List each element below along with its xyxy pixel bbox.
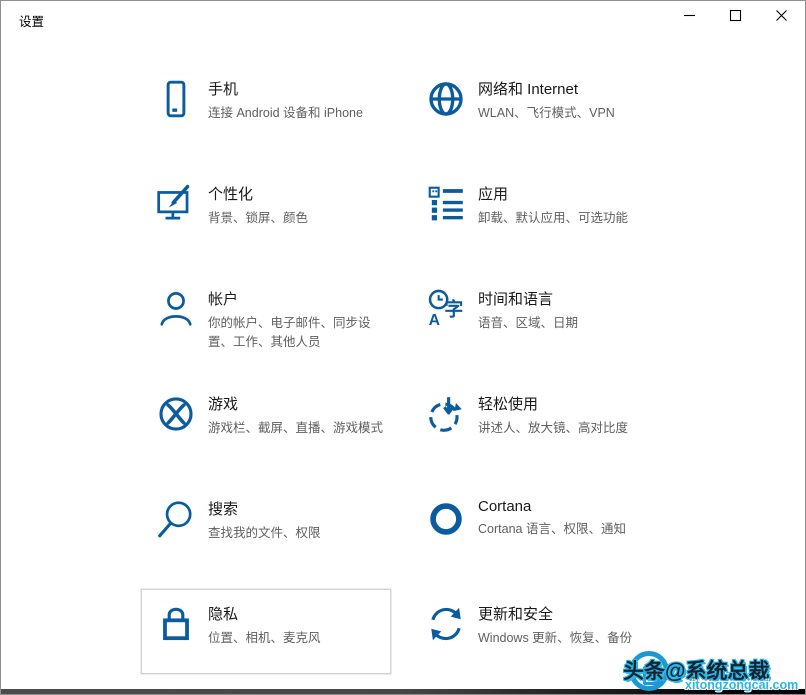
person-icon — [155, 288, 197, 330]
close-button[interactable] — [758, 2, 804, 32]
category-subtitle: 你的帐户、电子邮件、同步设置、工作、其他人员 — [208, 314, 390, 352]
ease-of-access-icon — [425, 393, 467, 435]
settings-category-8[interactable]: 轻松使用 讲述人、放大镜、高对比度 — [411, 379, 681, 464]
settings-category-10[interactable]: Cortana Cortana 语言、权限、通知 — [411, 484, 681, 569]
category-subtitle: 位置、相机、麦克风 — [208, 629, 321, 648]
category-title: 时间和语言 — [478, 288, 578, 309]
category-title: 搜索 — [208, 498, 321, 519]
settings-category-11[interactable]: 隐私 位置、相机、麦克风 — [141, 589, 391, 674]
category-title: 手机 — [208, 78, 363, 99]
settings-category-7[interactable]: 游戏 游戏栏、截屏、直播、游戏模式 — [141, 379, 391, 464]
settings-category-6[interactable]: 字A 时间和语言 语音、区域、日期 — [411, 274, 681, 359]
maximize-button[interactable] — [712, 2, 758, 32]
category-subtitle: Windows 更新、恢复、备份 — [478, 629, 632, 648]
maximize-icon — [729, 9, 742, 25]
category-subtitle: 游戏栏、截屏、直播、游戏模式 — [208, 419, 383, 438]
category-title: 网络和 Internet — [478, 78, 615, 99]
window-controls — [666, 2, 804, 32]
cortana-ring-icon — [425, 498, 467, 540]
search-icon — [155, 498, 197, 540]
category-title: 应用 — [478, 183, 628, 204]
category-title: 帐户 — [208, 288, 390, 309]
minimize-button[interactable] — [666, 2, 712, 32]
settings-category-9[interactable]: 搜索 查找我的文件、权限 — [141, 484, 391, 569]
lock-icon — [155, 603, 197, 645]
globe-icon — [425, 78, 467, 120]
category-subtitle: WLAN、飞行模式、VPN — [478, 104, 615, 123]
svg-text:A: A — [429, 312, 440, 329]
category-subtitle: 语音、区域、日期 — [478, 314, 578, 333]
window-title: 设置 — [19, 11, 44, 30]
category-subtitle: 卸载、默认应用、可选功能 — [478, 209, 628, 228]
category-subtitle: 背景、锁屏、颜色 — [208, 209, 308, 228]
category-title: 隐私 — [208, 603, 321, 624]
personalization-icon — [155, 183, 197, 225]
category-title: 更新和安全 — [478, 603, 632, 624]
svg-text:字: 字 — [444, 297, 463, 320]
category-title: 个性化 — [208, 183, 308, 204]
clock-language-icon: 字A — [425, 288, 467, 330]
category-subtitle: Cortana 语言、权限、通知 — [478, 520, 626, 539]
minimize-icon — [683, 9, 696, 25]
category-subtitle: 查找我的文件、权限 — [208, 524, 321, 543]
category-title: Cortana — [478, 498, 626, 515]
apps-list-icon — [425, 183, 467, 225]
watermark: 头条@系统总裁 xitongzongcai.com — [623, 644, 805, 694]
xbox-icon — [155, 393, 197, 435]
sync-arrows-icon — [425, 603, 467, 645]
settings-category-3[interactable]: 个性化 背景、锁屏、颜色 — [141, 169, 391, 254]
settings-category-1[interactable]: 手机 连接 Android 设备和 iPhone — [141, 64, 391, 149]
settings-category-2[interactable]: 网络和 Internet WLAN、飞行模式、VPN — [411, 64, 681, 149]
category-title: 游戏 — [208, 393, 383, 414]
category-subtitle: 讲述人、放大镜、高对比度 — [478, 419, 628, 438]
watermark-url: xitongzongcai.com — [685, 678, 798, 692]
close-icon — [775, 9, 788, 25]
settings-window: 设置 手机 连接 Android 设备和 iPhone — [0, 0, 806, 695]
settings-grid: 手机 连接 Android 设备和 iPhone 网络和 Internet WL… — [141, 64, 681, 674]
settings-category-5[interactable]: 帐户 你的帐户、电子邮件、同步设置、工作、其他人员 — [141, 274, 391, 359]
settings-category-4[interactable]: 应用 卸载、默认应用、可选功能 — [411, 169, 681, 254]
titlebar[interactable]: 设置 — [2, 2, 804, 34]
phone-icon — [155, 78, 197, 120]
category-title: 轻松使用 — [478, 393, 628, 414]
category-subtitle: 连接 Android 设备和 iPhone — [208, 104, 363, 123]
